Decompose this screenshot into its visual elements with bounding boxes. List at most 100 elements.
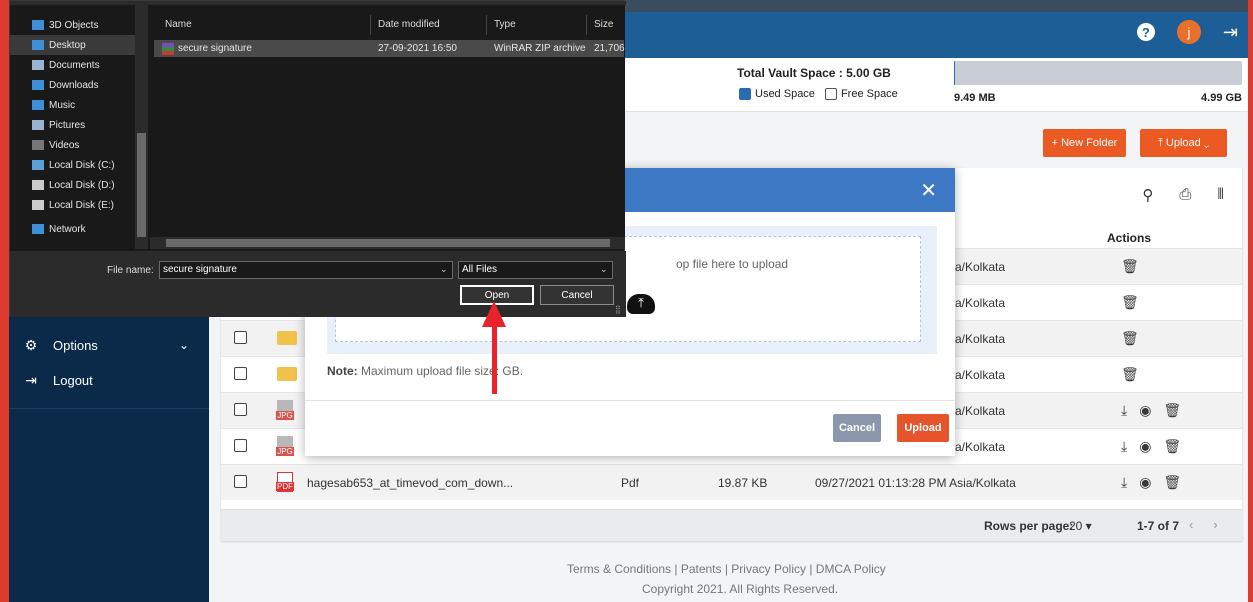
nav-item-downloads[interactable]: Downloads — [32, 75, 98, 95]
nav-item-documents[interactable]: Documents — [32, 55, 100, 75]
file-name[interactable]: hagesab653_at_timevod_com_down... — [307, 476, 513, 490]
footer-links[interactable]: Terms & Conditions | Patents | Privacy P… — [567, 562, 886, 576]
file-date: a/Kolkata — [955, 296, 1006, 310]
table-tools: ⚲ ⎙ ⦀ — [1142, 186, 1224, 204]
nav-item-local-disk-d[interactable]: Local Disk (D:) — [32, 175, 115, 195]
nav-item-label: Music — [49, 99, 76, 111]
row-checkbox[interactable] — [234, 475, 247, 488]
documents-icon — [32, 60, 44, 70]
nav-item-label: Local Disk (D:) — [49, 179, 115, 191]
network-icon — [32, 224, 44, 234]
column-separator — [370, 15, 371, 35]
trash-icon[interactable]: 🗑 — [1163, 438, 1181, 455]
nav-item-pictures[interactable]: Pictures — [32, 115, 85, 135]
trash-icon[interactable]: 🗑 — [1121, 294, 1139, 311]
nav-item-label: Local Disk (C:) — [49, 159, 115, 171]
view-icon[interactable]: ◉ — [1139, 474, 1151, 491]
nav-item-local-disk-c[interactable]: Local Disk (C:) — [32, 155, 115, 175]
logout-icon[interactable]: ⇥ — [1223, 22, 1238, 43]
next-page-icon[interactable]: › — [1213, 517, 1217, 532]
nav-item-videos[interactable]: Videos — [32, 135, 79, 155]
columns-icon[interactable]: ⦀ — [1217, 186, 1224, 204]
help-icon[interactable]: ? — [1136, 23, 1155, 41]
file-date: 09/27/2021 01:13:28 PM Asia/Kolkata — [815, 476, 1016, 490]
sidebar-item-options[interactable]: ⚙ Options ⌄ — [9, 327, 209, 363]
file-date: 27-09-2021 16:50 — [378, 43, 457, 54]
download-icon[interactable]: ⤓ — [1121, 402, 1127, 419]
drive-icon — [32, 160, 44, 170]
chevron-down-icon[interactable]: ⌄ — [440, 264, 448, 275]
horizontal-scrollbar[interactable] — [150, 237, 625, 249]
trash-icon[interactable]: 🗑 — [1163, 402, 1181, 419]
drop-zone-text: op file here to upload — [676, 257, 789, 271]
nav-item-desktop[interactable]: Desktop — [10, 35, 142, 55]
legend-used: Used Space — [739, 88, 815, 101]
modal-cancel-button[interactable]: Cancel — [833, 414, 881, 442]
row-checkbox[interactable] — [234, 331, 247, 344]
trash-icon[interactable]: 🗑 — [1163, 474, 1181, 491]
dialog-cancel-button[interactable]: Cancel — [540, 285, 614, 305]
nav-item-label: Network — [49, 223, 86, 235]
table-row[interactable]: PDF hagesab653_at_timevod_com_down... Pdf 1… — [221, 464, 1242, 500]
actions-column-header: Actions — [1107, 231, 1152, 245]
file-size: 19.87 KB — [718, 476, 768, 490]
new-folder-button[interactable]: + New Folder — [1043, 129, 1126, 157]
download-icon[interactable]: ⤓ — [1121, 474, 1127, 491]
nav-item-music[interactable]: Music — [32, 95, 75, 115]
nav-item-3d-objects[interactable]: 3D Objects — [32, 15, 98, 35]
column-separator — [586, 15, 587, 35]
horizontal-scrollbar-thumb[interactable] — [166, 239, 610, 247]
sidebar-divider — [9, 408, 209, 409]
file-name-input[interactable]: secure signature — [159, 261, 453, 279]
drive-icon — [32, 180, 44, 190]
view-icon[interactable]: ◉ — [1139, 402, 1151, 419]
nav-item-label: Documents — [49, 59, 100, 71]
cube-icon — [32, 20, 44, 30]
free-swatch — [824, 88, 837, 101]
free-space-value: 4.99 GB — [1201, 92, 1242, 104]
file-name-label: File name: — [107, 265, 154, 276]
print-icon[interactable]: ⎙ — [1179, 186, 1191, 204]
search-icon[interactable]: ⚲ — [1142, 186, 1153, 204]
column-size[interactable]: Size — [594, 19, 613, 30]
download-icon[interactable]: ⤓ — [1121, 438, 1127, 455]
videos-icon — [32, 140, 44, 150]
row-checkbox[interactable] — [234, 367, 247, 380]
cloud-upload-icon: ⤒ — [627, 294, 655, 314]
pagination-bar: Rows per page: 20 ▾ 1-7 of 7 ‹ › — [221, 509, 1242, 541]
column-type[interactable]: Type — [494, 19, 516, 30]
file-row-selected[interactable]: secure signature 27-09-2021 16:50 WinRAR… — [154, 40, 625, 57]
trash-icon[interactable]: 🗑 — [1121, 366, 1139, 383]
resize-grip-icon[interactable]: ⣿ — [615, 305, 621, 314]
navigation-pane: 3D Objects Desktop Documents Downloads Music… — [10, 5, 150, 253]
file-open-dialog: 3D Objects Desktop Documents Downloads Music… — [9, 0, 626, 317]
close-icon[interactable]: ✕ — [920, 178, 937, 203]
nav-item-network[interactable]: Network — [32, 219, 86, 239]
vault-usage-fill — [954, 61, 956, 85]
user-avatar[interactable]: j — [1176, 20, 1201, 44]
dialog-bottom-bar: File name: secure signature ⌄ All Files … — [10, 251, 626, 317]
nav-scrollbar-thumb[interactable] — [137, 133, 146, 237]
view-icon[interactable]: ◉ — [1139, 438, 1151, 455]
vault-space-title: Total Vault Space : 5.00 GB — [737, 66, 891, 80]
chevron-down-icon[interactable]: ⌄ — [600, 264, 608, 275]
rows-per-page-label: Rows per page: — [984, 519, 1074, 533]
nav-item-local-disk-e[interactable]: Local Disk (E:) — [32, 195, 114, 215]
sidebar-item-logout[interactable]: ⇥ Logout — [9, 362, 209, 398]
file-date: a/Kolkata — [955, 440, 1006, 454]
nav-item-label: Downloads — [49, 79, 99, 91]
upload-button[interactable]: ⤒ Upload ⌄ — [1140, 129, 1227, 157]
prev-page-icon[interactable]: ‹ — [1189, 517, 1193, 532]
file-type-select[interactable]: All Files — [458, 261, 613, 279]
legend-free: Free Space — [824, 88, 898, 101]
column-name[interactable]: Name — [165, 19, 192, 30]
modal-upload-button[interactable]: Upload — [897, 414, 949, 442]
rows-per-page-select[interactable]: 20 ▾ — [1069, 519, 1092, 533]
row-checkbox[interactable] — [234, 439, 247, 452]
trash-icon[interactable]: 🗑 — [1121, 330, 1139, 347]
trash-icon[interactable]: 🗑 — [1121, 258, 1139, 275]
sidebar-item-label: Options — [53, 337, 98, 353]
column-date-modified[interactable]: Date modified — [378, 19, 440, 30]
row-checkbox[interactable] — [234, 403, 247, 416]
file-type: WinRAR ZIP archive — [494, 43, 586, 54]
